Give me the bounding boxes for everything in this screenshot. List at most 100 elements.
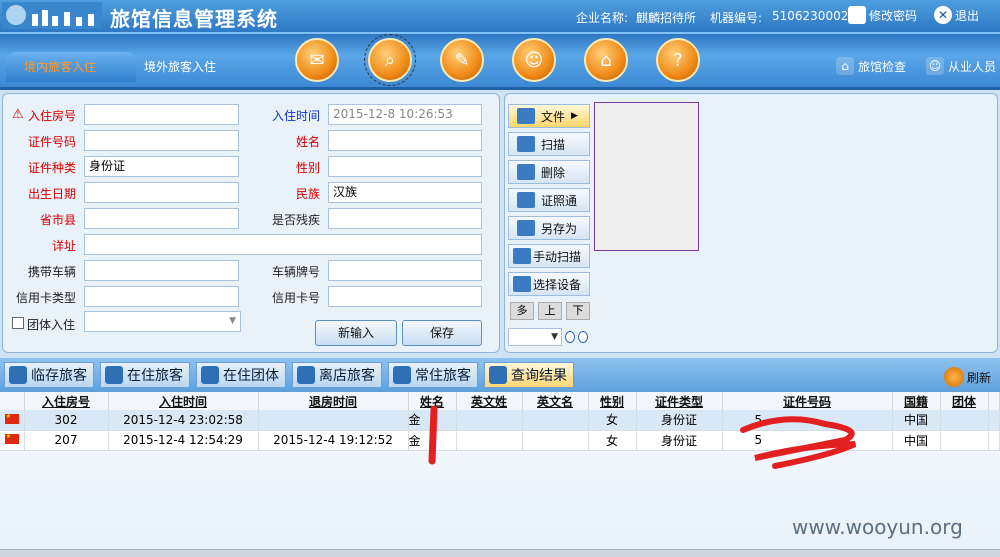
staff-button[interactable]: ☺ 从业人员 — [926, 57, 996, 75]
exit-button[interactable]: ✕ 退出 — [934, 6, 979, 24]
row-flag — [0, 430, 25, 451]
leave-icon — [297, 366, 315, 384]
zoom-in-icon[interactable] — [565, 331, 575, 343]
tab-current-guests[interactable]: 在住旅客 — [100, 362, 190, 388]
plate-input[interactable] — [328, 260, 482, 281]
column-header[interactable]: 英文姓 — [456, 392, 523, 410]
cell-en-last — [456, 430, 523, 451]
up-button[interactable]: 上 — [538, 302, 562, 320]
edit-icon[interactable]: ✎ — [440, 38, 484, 82]
refresh-button[interactable]: 刷新 — [944, 367, 991, 387]
cell-empty — [988, 430, 1000, 451]
column-header[interactable]: 证件号码 — [722, 392, 893, 410]
manual-scan-button[interactable]: 手动扫描 — [508, 244, 590, 268]
card-type-input[interactable] — [84, 286, 239, 307]
help-icon[interactable]: ? — [656, 38, 700, 82]
redaction-mark-id — [740, 416, 857, 469]
row-flag — [0, 410, 25, 431]
zoom-out-icon[interactable] — [578, 331, 588, 343]
tab-resident-guests[interactable]: 常住旅客 — [388, 362, 478, 388]
ethnicity-label: 民族 — [295, 187, 320, 201]
save-as-button[interactable]: 另存为 — [508, 216, 590, 240]
user-icon[interactable]: ☺ — [512, 38, 556, 82]
address-label: 详址 — [51, 239, 76, 253]
guest-icon — [105, 366, 123, 384]
chevron-right-icon: ▶ — [571, 111, 578, 121]
province-input[interactable] — [84, 208, 239, 229]
tab-pending-guests[interactable]: 临存旅客 — [4, 362, 94, 388]
id-number-input[interactable] — [84, 130, 239, 151]
tab-domestic-checkin[interactable]: 境内旅客入住 — [6, 52, 136, 82]
column-header[interactable]: 英文名 — [522, 392, 589, 410]
group-checkbox[interactable] — [12, 317, 24, 329]
card-type-label: 信用卡类型 — [15, 291, 76, 305]
multi-button[interactable]: 多 — [510, 302, 534, 320]
delete-button[interactable]: 删除 — [508, 160, 590, 184]
china-flag-icon — [4, 413, 19, 424]
id-photo-label: 证照通 — [541, 193, 578, 208]
cell-en-first — [522, 430, 589, 451]
room-label: 入住房号 — [27, 109, 76, 123]
cell-nationality: 中国 — [892, 430, 941, 451]
disabled-select[interactable] — [328, 208, 482, 229]
vehicle-input[interactable] — [84, 260, 239, 281]
id-number-label: 证件号码 — [27, 135, 76, 149]
column-header[interactable]: 团体 — [940, 392, 989, 410]
column-header[interactable]: 国籍 — [892, 392, 941, 410]
cell-room: 302 — [24, 410, 109, 431]
down-button[interactable]: 下 — [566, 302, 590, 320]
column-header[interactable]: 性别 — [588, 392, 637, 410]
company-name: 麒麟招待所 — [636, 11, 697, 25]
save-button[interactable]: 保存 — [402, 320, 482, 346]
id-type-select[interactable]: 身份证 — [84, 156, 239, 177]
cell-checkin: 2015-12-4 23:02:58 — [108, 410, 259, 431]
hand-icon — [513, 248, 531, 264]
room-input[interactable] — [84, 104, 239, 125]
name-input[interactable] — [328, 130, 482, 151]
birth-input[interactable] — [84, 182, 239, 203]
change-password-label: 修改密码 — [869, 8, 918, 23]
staff-label: 从业人员 — [948, 59, 997, 74]
company-label: 企业名称: — [576, 11, 629, 25]
cell-group — [940, 430, 989, 451]
scan-button[interactable]: 扫描 — [508, 132, 590, 156]
file-menu-button[interactable]: 文件 ▶ — [508, 104, 590, 128]
delete-icon — [517, 164, 535, 180]
redaction-mark-name — [428, 405, 438, 465]
column-header[interactable]: 入住时间 — [108, 392, 259, 410]
change-password-button[interactable]: 修改密码 — [848, 6, 917, 24]
watermark: www.wooyun.org — [792, 515, 963, 539]
zoom-select[interactable]: ▼ — [508, 328, 562, 346]
select-device-button[interactable]: 选择设备 — [508, 272, 590, 296]
new-input-button[interactable]: 新输入 — [315, 320, 397, 346]
group-select[interactable]: ▼ — [84, 311, 241, 332]
column-header[interactable]: 入住房号 — [24, 392, 109, 410]
tab-foreign-checkin[interactable]: 境外旅客入住 — [126, 52, 234, 82]
machine-number: 5106230002 — [772, 9, 849, 23]
select-device-label: 选择设备 — [533, 277, 582, 292]
cell-checkout — [258, 410, 409, 431]
app-title: 旅馆信息管理系统 — [110, 7, 278, 31]
disk-icon — [517, 220, 535, 236]
id-photo-button[interactable]: 证照通 — [508, 188, 590, 212]
checkin-time-field[interactable]: 2015-12-8 10:26:53 — [328, 104, 482, 125]
address-input[interactable] — [84, 234, 482, 255]
home-settings-icon[interactable]: ⌂ — [584, 38, 628, 82]
toolbar-divider — [0, 87, 1000, 90]
ethnicity-select[interactable]: 汉族 — [328, 182, 482, 203]
column-header[interactable]: 退房时间 — [258, 392, 409, 410]
tab-query-results[interactable]: 查询结果 — [484, 362, 574, 388]
hotel-check-button[interactable]: ⌂ 旅馆检查 — [836, 57, 906, 75]
gender-select[interactable] — [328, 156, 482, 177]
pen-icon — [848, 6, 866, 24]
mail-icon[interactable]: ✉ — [295, 38, 339, 82]
cell-checkin: 2015-12-4 12:54:29 — [108, 430, 259, 451]
column-header[interactable]: 证件类型 — [636, 392, 723, 410]
search-icon[interactable]: ⌕ — [364, 34, 416, 86]
card-number-input[interactable] — [328, 286, 482, 307]
tab-current-groups[interactable]: 在住团体 — [196, 362, 286, 388]
tab-checked-out-guests[interactable]: 离店旅客 — [292, 362, 382, 388]
cell-gender: 女 — [588, 410, 637, 431]
province-label: 省市县 — [39, 213, 76, 227]
name-label: 姓名 — [295, 135, 320, 149]
